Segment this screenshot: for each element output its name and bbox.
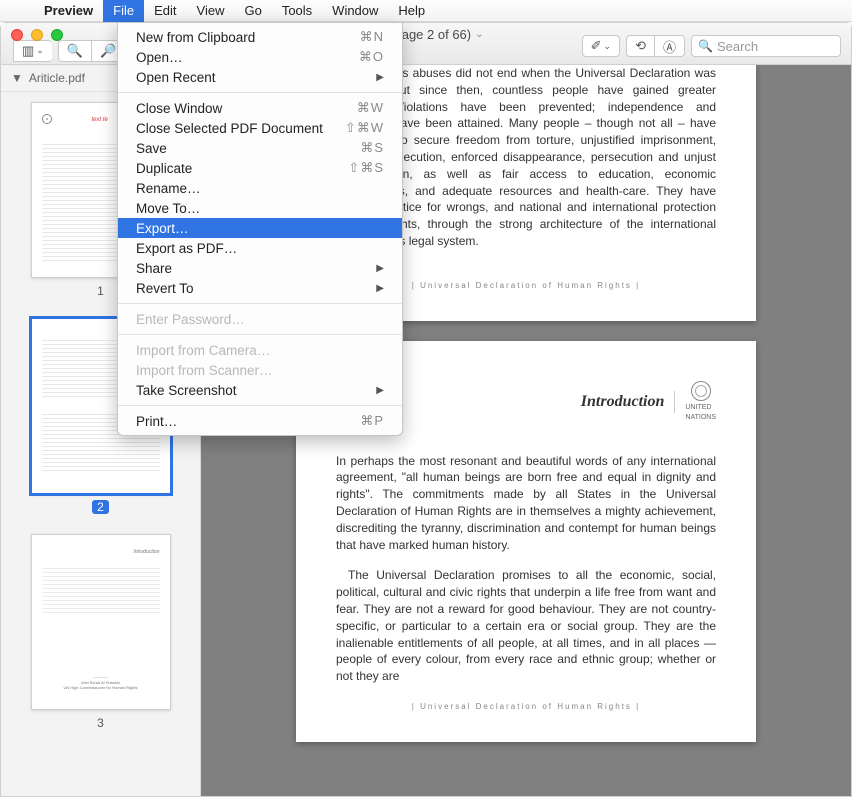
markup-icon: Ⓐ	[663, 37, 676, 56]
un-emblem-icon	[42, 114, 52, 124]
menubar-app[interactable]: Preview	[34, 0, 103, 22]
menu-item-new-from-clipboard[interactable]: New from Clipboard ⌘N	[118, 27, 402, 47]
chevron-down-icon: ⌄	[604, 41, 612, 52]
menubar-help[interactable]: Help	[388, 0, 435, 22]
menu-shortcut: ⌘P	[360, 413, 384, 429]
menu-item-label: Enter Password…	[136, 312, 245, 327]
file-menu-dropdown: New from Clipboard ⌘N Open… ⌘O Open Recent ▶ C…	[117, 22, 403, 436]
sidebar-icon: ▥	[22, 43, 34, 59]
menubar-view[interactable]: View	[187, 0, 235, 22]
menu-shortcut: ⇧⌘S	[348, 160, 384, 176]
window-zoom-button[interactable]	[51, 29, 63, 41]
un-label: UNITED NATIONS	[685, 403, 716, 423]
rotate-icon: ⟲	[635, 38, 646, 54]
menu-item-label: Take Screenshot	[136, 383, 237, 398]
menu-shortcut: ⌘N	[360, 29, 384, 45]
menu-item-label: Save	[136, 141, 167, 156]
menu-item-label: Import from Scanner…	[136, 363, 273, 378]
menu-item-label: Open Recent	[136, 70, 216, 85]
sidebar-toggle-button[interactable]: ▥ ⌄	[13, 40, 52, 62]
thumb-page-number: 1	[97, 284, 104, 298]
markup-toolbar-button[interactable]: Ⓐ	[654, 35, 685, 57]
menu-shortcut: ⌘W	[357, 100, 384, 116]
chevron-down-icon: ⌄	[36, 45, 44, 56]
menu-shortcut: ⌘O	[359, 49, 384, 65]
menu-separator	[118, 303, 402, 304]
thumb-page-number: 3	[97, 716, 104, 730]
menubar-edit[interactable]: Edit	[144, 0, 186, 22]
menu-item-move-to[interactable]: Move To…	[118, 198, 402, 218]
search-placeholder: Search	[717, 39, 758, 54]
menu-item-label: Move To…	[136, 201, 200, 216]
search-field[interactable]: 🔍 Search	[691, 35, 841, 57]
thumbnail-page-3[interactable]: Introduction ~~~~~~Zeid Ra'ad Al Hussein…	[1, 524, 200, 740]
disclosure-triangle-icon: ▼	[11, 71, 23, 85]
rotate-button[interactable]: ⟲	[626, 35, 654, 57]
menu-separator	[118, 405, 402, 406]
menu-separator	[118, 334, 402, 335]
menu-item-label: Export…	[136, 221, 189, 236]
menu-item-label: New from Clipboard	[136, 30, 255, 45]
menu-item-label: Print…	[136, 414, 177, 429]
menubar-tools[interactable]: Tools	[272, 0, 322, 22]
menu-item-export[interactable]: Export…	[118, 218, 402, 238]
menu-item-save[interactable]: Save ⌘S	[118, 138, 402, 158]
highlight-tool-button[interactable]: ✐ ⌄	[582, 35, 620, 57]
menu-shortcut: ⌘S	[360, 140, 384, 156]
menu-item-close-selected-pdf-document[interactable]: Close Selected PDF Document ⇧⌘W	[118, 118, 402, 138]
page2-paragraph-2: The Universal Declaration promises to al…	[336, 567, 716, 685]
menu-item-label: Rename…	[136, 181, 201, 196]
menu-item-enter-password: Enter Password…	[118, 309, 402, 329]
sidebar-filename: Ariticle.pdf	[29, 71, 85, 85]
menu-item-label: Share	[136, 261, 172, 276]
menu-separator	[118, 92, 402, 93]
window-minimize-button[interactable]	[31, 29, 43, 41]
menu-item-label: Open…	[136, 50, 183, 65]
search-icon: 🔍	[698, 39, 713, 53]
menu-item-label: Duplicate	[136, 161, 192, 176]
menu-item-label: Export as PDF…	[136, 241, 237, 256]
highlight-icon: ✐	[591, 38, 602, 54]
menu-item-print[interactable]: Print… ⌘P	[118, 411, 402, 431]
menu-item-share[interactable]: Share ▶	[118, 258, 402, 278]
menu-item-label: Revert To	[136, 281, 194, 296]
menu-item-close-window[interactable]: Close Window ⌘W	[118, 98, 402, 118]
zoom-out-icon: 🔍	[67, 43, 83, 59]
menu-item-open-recent[interactable]: Open Recent ▶	[118, 67, 402, 87]
menu-item-duplicate[interactable]: Duplicate ⇧⌘S	[118, 158, 402, 178]
un-emblem-icon	[691, 381, 711, 401]
page2-footer: | Universal Declaration of Human Rights …	[336, 701, 716, 712]
menu-item-import-from-scanner: Import from Scanner…	[118, 360, 402, 380]
menu-shortcut: ⇧⌘W	[345, 120, 384, 136]
menu-item-import-from-camera: Import from Camera…	[118, 340, 402, 360]
thumb-annotation: text te	[92, 117, 108, 123]
thumb-page-number: 2	[92, 500, 109, 514]
submenu-arrow-icon: ▶	[376, 263, 384, 274]
submenu-arrow-icon: ▶	[376, 283, 384, 294]
zoom-out-button[interactable]: 🔍	[58, 40, 91, 62]
system-menubar: Preview File Edit View Go Tools Window H…	[0, 0, 852, 22]
menubar-window[interactable]: Window	[322, 0, 388, 22]
menubar-go[interactable]: Go	[234, 0, 271, 22]
page2-paragraph-1: In perhaps the most resonant and beautif…	[336, 453, 716, 554]
menu-item-export-as-pdf[interactable]: Export as PDF…	[118, 238, 402, 258]
signature-icon: ~~~~~~Zeid Ra'ad Al HusseinUN High Commi…	[42, 675, 160, 690]
submenu-arrow-icon: ▶	[376, 385, 384, 396]
menubar-file[interactable]: File	[103, 0, 144, 22]
title-chevron-icon: ⌄	[475, 29, 483, 40]
submenu-arrow-icon: ▶	[376, 72, 384, 83]
menu-item-label: Close Window	[136, 101, 222, 116]
menu-item-open[interactable]: Open… ⌘O	[118, 47, 402, 67]
zoom-in-icon: 🔎	[100, 43, 116, 59]
menu-item-rename[interactable]: Rename…	[118, 178, 402, 198]
window-close-button[interactable]	[11, 29, 23, 41]
menu-item-label: Import from Camera…	[136, 343, 270, 358]
page2-intro-heading: Introduction	[581, 391, 676, 413]
menu-item-take-screenshot[interactable]: Take Screenshot ▶	[118, 380, 402, 400]
menu-item-label: Close Selected PDF Document	[136, 121, 323, 136]
menu-item-revert-to[interactable]: Revert To ▶	[118, 278, 402, 298]
